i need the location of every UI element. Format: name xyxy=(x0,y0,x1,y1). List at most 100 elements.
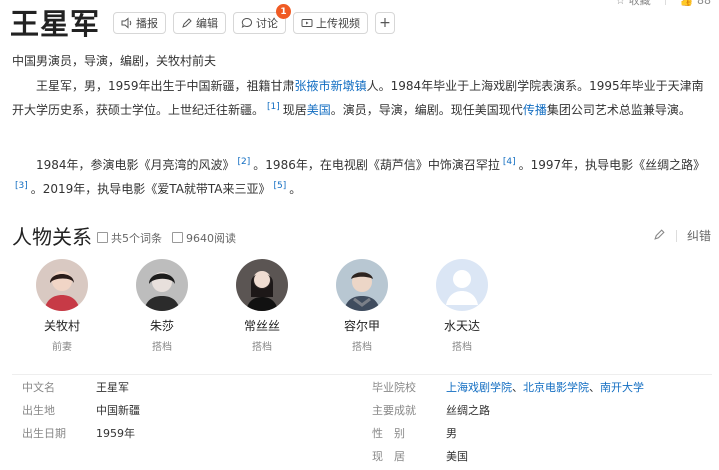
text: 。 xyxy=(289,182,302,196)
info-label: 出生日期 xyxy=(22,426,66,440)
info-label: 中文名 xyxy=(22,380,55,394)
info-label: 性 别 xyxy=(372,426,405,440)
person-name: 朱莎 xyxy=(149,319,174,333)
person-name: 常丝丝 xyxy=(243,319,280,333)
edit-label: 编辑 xyxy=(196,17,218,30)
career-paragraph: 1984年，参演电影《月亮湾的风波》 [2] 。1986年，在电视剧《葫芦信》中饰演… xyxy=(12,152,712,200)
comment-icon xyxy=(241,17,253,29)
add-button[interactable]: + xyxy=(375,12,395,34)
relation-person[interactable]: 关牧村 前妻 xyxy=(12,259,112,353)
link-usa[interactable]: 美国 xyxy=(307,103,331,117)
favorite-button[interactable]: ☆ 收藏 xyxy=(615,0,650,8)
info-value: 美国 xyxy=(446,449,468,463)
reference-link[interactable]: [4] xyxy=(503,157,516,167)
reference-link[interactable]: [5] xyxy=(274,181,287,191)
reads-label: 9640阅读 xyxy=(186,232,236,245)
link-xindun[interactable]: 新墩镇 xyxy=(331,79,367,93)
text: 王星军，男，1959年出生于中国新疆，祖籍甘肃 xyxy=(36,79,295,93)
avatar xyxy=(136,259,188,311)
info-row: 现 居 美国 xyxy=(12,444,712,467)
upload-video-label: 上传视频 xyxy=(316,17,360,30)
avatar xyxy=(336,259,388,311)
text: 。1997年，执导电影《丝绸之路》 xyxy=(518,158,706,172)
info-value: 上海戏剧学院、北京电影学院、南开大学 xyxy=(446,380,644,394)
infobox: 中文名 王星军 毕业院校 上海戏剧学院、北京电影学院、南开大学 出生地 中国新疆 主… xyxy=(12,374,712,467)
info-label: 现 居 xyxy=(372,449,405,463)
correct-button[interactable]: 纠错 xyxy=(687,227,711,244)
info-value: 丝绸之路 xyxy=(446,403,490,417)
discuss-button[interactable]: 讨论 1 xyxy=(233,4,291,34)
book-icon xyxy=(172,232,183,243)
person-name: 关牧村 xyxy=(43,319,80,333)
divider xyxy=(664,0,666,5)
like-button[interactable]: 👍 88 xyxy=(680,0,711,7)
relations-title: 人物关系 xyxy=(12,225,92,249)
reads-count: 9640阅读 xyxy=(172,230,236,246)
link-nankai[interactable]: 南开大学 xyxy=(600,381,644,394)
info-value: 王星军 xyxy=(96,380,129,394)
text: 。2019年，执导电影《爱TA就带TA来三亚》 xyxy=(30,182,271,196)
favorite-label: 收藏 xyxy=(628,0,651,7)
plus-icon: + xyxy=(379,15,391,31)
broadcast-label: 播报 xyxy=(136,17,158,30)
link-beijing-film[interactable]: 北京电影学院 xyxy=(523,381,589,394)
entries-count: 共5个词条 xyxy=(97,230,162,246)
person-relation: 搭档 xyxy=(252,342,272,353)
page-title: 王星军 xyxy=(10,7,101,41)
relation-person[interactable]: 容尔甲 搭档 xyxy=(312,259,412,353)
person-relation: 搭档 xyxy=(152,342,172,353)
relations-actions: 纠错 xyxy=(653,227,711,244)
link-zhangye[interactable]: 张掖市 xyxy=(295,79,331,93)
info-label: 主要成就 xyxy=(372,403,416,417)
reference-link[interactable]: [2] xyxy=(238,157,251,167)
text: 。演员，导演，编剧。现任美国现代 xyxy=(330,103,523,117)
summary-paragraph: 王星军，男，1959年出生于中国新疆，祖籍甘肃张掖市新墩镇人。1984年毕业于上… xyxy=(12,76,712,121)
info-value: 1959年 xyxy=(96,426,135,440)
info-value: 中国新疆 xyxy=(96,403,140,417)
pencil-icon xyxy=(654,228,665,240)
text: 。1986年，在电视剧《葫芦信》中饰演召罕拉 xyxy=(253,158,500,172)
relations-meta: 共5个词条 9640阅读 xyxy=(97,230,236,246)
text: 现居 xyxy=(282,103,307,117)
relation-person[interactable]: 朱莎 搭档 xyxy=(112,259,212,353)
text: 集团公司艺术总监兼导演。 xyxy=(546,103,691,117)
pencil-icon xyxy=(182,18,192,28)
edit-relations-button[interactable] xyxy=(653,228,666,244)
edit-button[interactable]: 编辑 xyxy=(173,12,226,34)
list-icon xyxy=(97,232,108,243)
info-row: 出生地 中国新疆 主要成就 丝绸之路 xyxy=(12,398,712,421)
speaker-icon xyxy=(121,17,132,29)
avatar xyxy=(436,259,488,311)
info-row: 出生日期 1959年 性 别 男 xyxy=(12,421,712,444)
avatar xyxy=(236,259,288,311)
default-avatar-icon xyxy=(436,259,488,311)
link-chuanbo[interactable]: 传播 xyxy=(523,103,547,117)
person-relation: 前妻 xyxy=(52,342,72,353)
reference-link[interactable]: [3] xyxy=(15,181,28,191)
relation-person[interactable]: 常丝丝 搭档 xyxy=(212,259,312,353)
person-name: 容尔甲 xyxy=(343,319,380,333)
broadcast-button[interactable]: 播报 xyxy=(113,12,166,34)
info-row: 中文名 王星军 毕业院校 上海戏剧学院、北京电影学院、南开大学 xyxy=(12,375,712,398)
upload-video-button[interactable]: 上传视频 xyxy=(293,12,368,34)
like-count: 88 xyxy=(697,0,711,7)
info-value: 男 xyxy=(446,426,457,440)
avatar xyxy=(36,259,88,311)
person-name: 水天达 xyxy=(443,319,480,333)
relations-list: 关牧村 前妻 朱莎 搭档 常丝丝 搭档 容尔甲 搭档 水天达 搭档 xyxy=(12,259,512,353)
info-label: 出生地 xyxy=(22,403,55,417)
text: 1984年，参演电影《月亮湾的风波》 xyxy=(36,158,235,172)
notification-badge: 1 xyxy=(276,4,291,19)
relation-person[interactable]: 水天达 搭档 xyxy=(412,259,512,353)
person-relation: 搭档 xyxy=(352,342,372,353)
reference-link[interactable]: [1] xyxy=(267,102,280,112)
video-icon xyxy=(301,19,313,27)
subtitle: 中国男演员，导演，编剧，关牧村前夫 xyxy=(12,54,217,68)
info-label: 毕业院校 xyxy=(372,380,416,394)
discuss-label: 讨论 xyxy=(256,17,278,30)
top-actions: ☆ 收藏 👍 88 xyxy=(615,0,711,8)
link-shanghai-theatre[interactable]: 上海戏剧学院 xyxy=(446,381,512,394)
person-relation: 搭档 xyxy=(452,342,472,353)
entries-label: 共5个词条 xyxy=(111,232,162,245)
action-toolbar: 播报 编辑 讨论 1 上传视频 + xyxy=(113,4,395,34)
